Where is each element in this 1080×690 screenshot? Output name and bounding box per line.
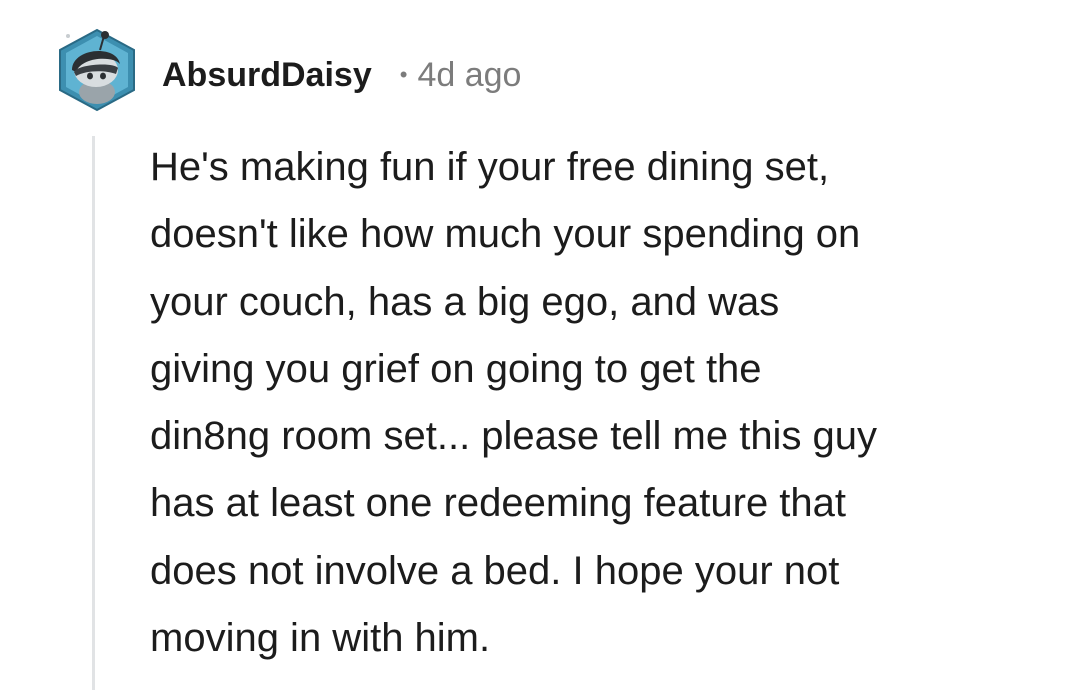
user-avatar[interactable] [56, 26, 138, 114]
snoo-avatar-icon [59, 28, 135, 112]
username-link[interactable]: AbsurdDaisy [162, 56, 372, 95]
comment: AbsurdDaisy • 4d ago He's making fun if … [0, 0, 1080, 690]
meta-separator: • [399, 62, 408, 87]
comment-timestamp: 4d ago [417, 55, 522, 94]
comment-meta: AbsurdDaisy • 4d ago [162, 50, 521, 100]
thread-collapse-line[interactable] [92, 136, 95, 690]
comment-body: He's making fun if your free dining set,… [150, 145, 878, 661]
